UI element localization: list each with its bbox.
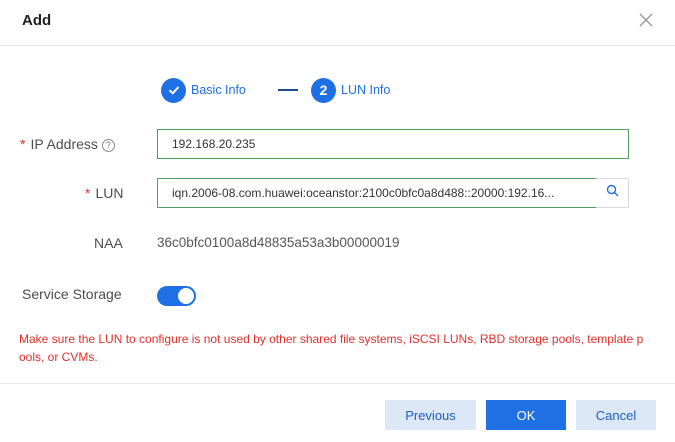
required-mark: *: [20, 136, 26, 152]
dialog-title: Add: [22, 12, 52, 29]
ip-address-input[interactable]: [157, 129, 629, 159]
step-label: Basic Info: [191, 83, 246, 97]
service-storage-toggle[interactable]: [157, 286, 196, 306]
add-dialog: Add Basic Info 2 LUN Info *IP Address? *…: [0, 0, 675, 442]
toggle-knob: [178, 288, 194, 304]
check-icon: [161, 77, 186, 103]
ok-button[interactable]: OK: [486, 400, 566, 430]
search-icon: [606, 184, 619, 202]
naa-label: NAA: [94, 235, 123, 251]
ip-address-label: * IP Address?: [20, 136, 115, 152]
step-label: LUN Info: [341, 83, 391, 97]
lun-search-button[interactable]: [596, 178, 629, 208]
warning-message: Make sure the LUN to configure is not us…: [19, 332, 644, 364]
close-icon[interactable]: [637, 11, 655, 29]
service-storage-label: Service Storage: [22, 286, 122, 302]
previous-button[interactable]: Previous: [385, 400, 476, 430]
required-mark: *: [85, 185, 91, 201]
lun-label-text: LUN: [95, 185, 124, 201]
footer-divider: [0, 383, 675, 384]
ip-address-label-text: IP Address: [30, 136, 98, 152]
lun-label: * LUN: [85, 185, 123, 201]
naa-value: 36c0bfc0100a8d48835a53a3b00000019: [157, 235, 400, 250]
help-icon[interactable]: ?: [101, 139, 115, 152]
dialog-header: Add: [0, 0, 675, 46]
cancel-button[interactable]: Cancel: [576, 400, 656, 430]
step-number: 2: [311, 77, 336, 103]
step-lun-info: 2 LUN Info: [311, 77, 390, 103]
lun-input[interactable]: iqn.2006-08.com.huawei:oceanstor:2100c0b…: [157, 178, 597, 208]
step-connector: [278, 89, 298, 91]
step-basic-info: Basic Info: [161, 77, 246, 103]
